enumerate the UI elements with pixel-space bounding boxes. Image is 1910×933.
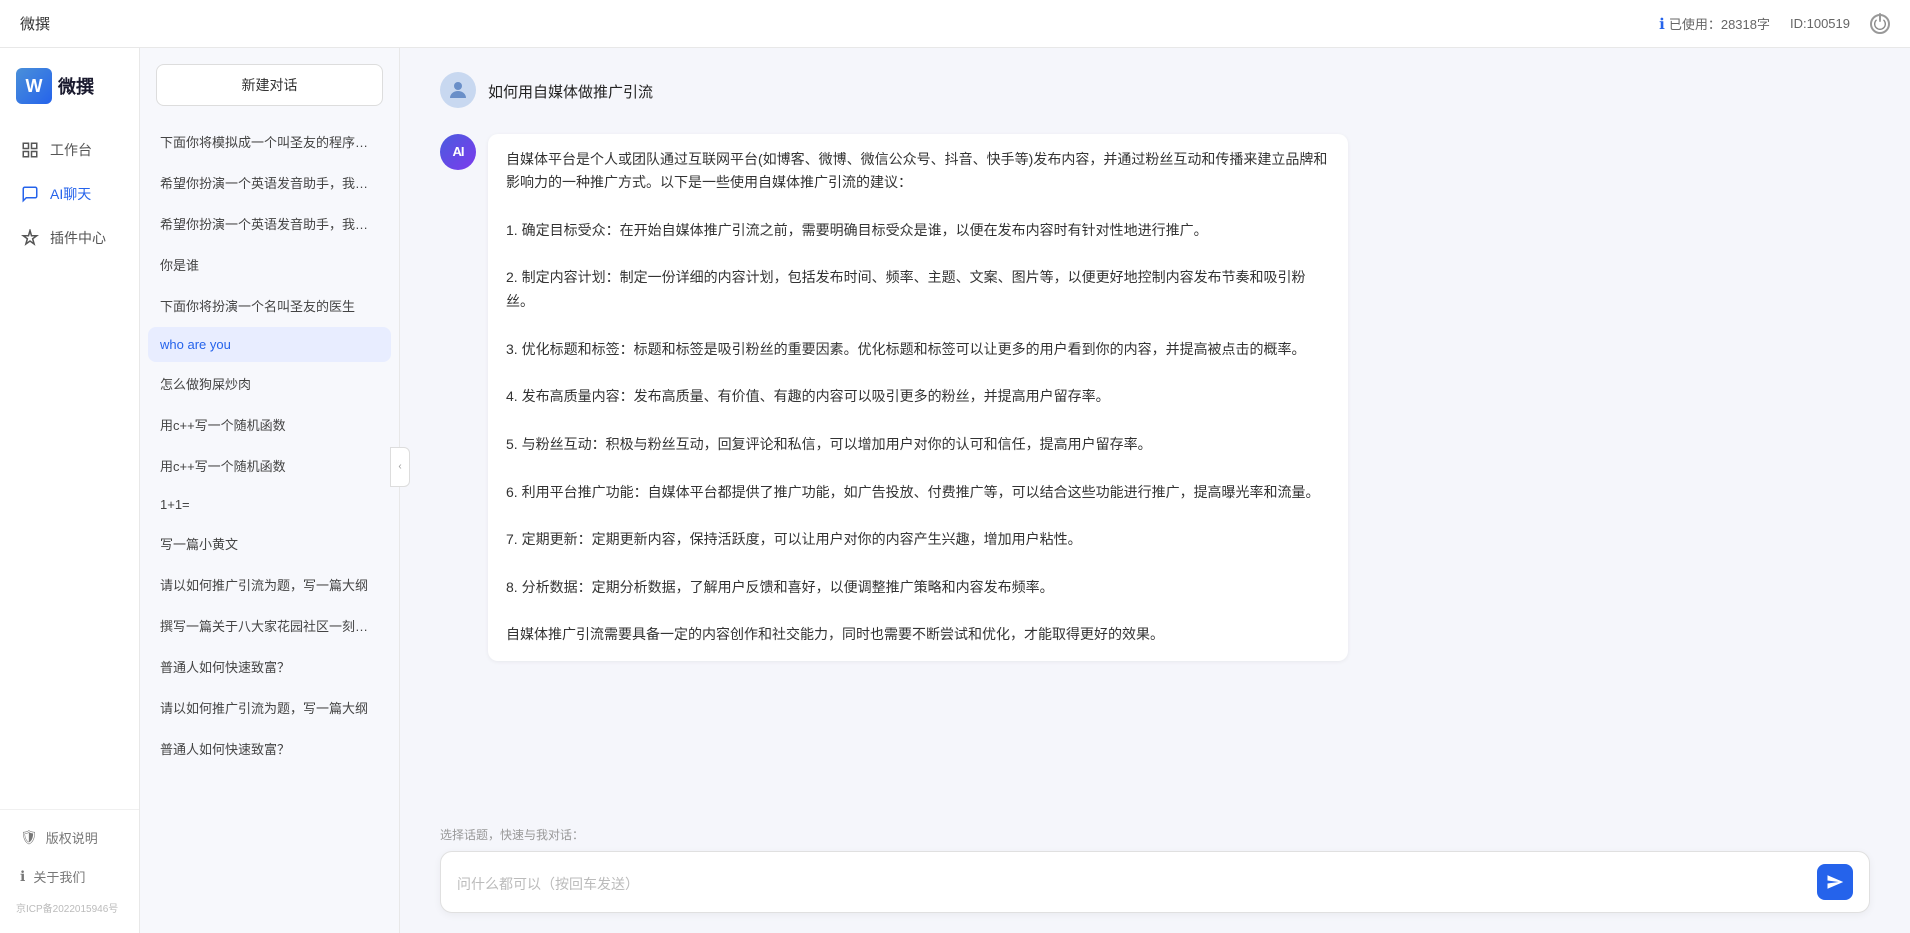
- user-message-bubble: 如何用自媒体做推广引流: [488, 72, 653, 114]
- history-item[interactable]: 1+1=: [148, 487, 391, 522]
- input-area: 选择话题，快速与我对话：: [400, 826, 1910, 933]
- sidebar-item-plugin[interactable]: 插件中心: [0, 216, 139, 260]
- shield-icon: 🛡: [20, 829, 38, 846]
- history-item[interactable]: 希望你扮演一个英语发音助手，我提供给你...: [148, 163, 391, 202]
- chat-input[interactable]: [457, 874, 1809, 890]
- workbench-label: 工作台: [50, 140, 92, 160]
- history-item[interactable]: 下面你将扮演一个名叫圣友的医生: [148, 286, 391, 325]
- message-row-ai: AI 自媒体平台是个人或团队通过互联网平台(如博客、微博、微信公众号、抖音、快手…: [440, 134, 1870, 662]
- nav-item-copyright[interactable]: 🛡 版权说明: [0, 818, 139, 857]
- history-item[interactable]: 请以如何推广引流为题，写一篇大纲: [148, 688, 391, 727]
- sidebar-item-ai-chat[interactable]: AI聊天: [0, 172, 139, 216]
- topbar-id: ID:100519: [1790, 16, 1850, 31]
- send-button[interactable]: [1817, 864, 1853, 900]
- plugin-icon: [20, 228, 40, 248]
- history-item[interactable]: 普通人如何快速致富？: [148, 647, 391, 686]
- history-item[interactable]: 请以如何推广引流为题，写一篇大纲: [148, 565, 391, 604]
- ai-message-text: 自媒体平台是个人或团队通过互联网平台(如博客、微博、微信公众号、抖音、快手等)发…: [506, 151, 1327, 643]
- history-item[interactable]: 用c++写一个随机函数: [148, 446, 391, 485]
- ai-message-bubble: 自媒体平台是个人或团队通过互联网平台(如博客、微博、微信公众号、抖音、快手等)发…: [488, 134, 1348, 662]
- logo-area: W 微撰: [0, 68, 139, 128]
- quick-topics-label: 选择话题，快速与我对话：: [440, 826, 1870, 843]
- chat-icon: [20, 184, 40, 204]
- new-chat-button[interactable]: 新建对话: [156, 64, 383, 106]
- copyright-label: 版权说明: [46, 828, 98, 847]
- icp-text: 京ICP备2022015946号: [0, 896, 139, 923]
- history-item[interactable]: 写一篇小黄文: [148, 524, 391, 563]
- history-item[interactable]: 你是谁: [148, 245, 391, 284]
- grid-icon: [20, 140, 40, 160]
- topbar: 微撰 ℹ 已使用：28318字 ID:100519: [0, 0, 1910, 48]
- left-nav-bottom: 🛡 版权说明 ℹ 关于我们 京ICP备2022015946号: [0, 809, 139, 923]
- usage-text: 已使用：28318字: [1669, 14, 1770, 33]
- main-layout: W 微撰 工作台 AI聊天 插件中心 🛡 版权说明: [0, 48, 1910, 933]
- about-label: 关于我们: [33, 867, 85, 886]
- history-item[interactable]: 怎么做狗屎炒肉: [148, 364, 391, 403]
- message-row-user: 如何用自媒体做推广引流: [440, 72, 1870, 114]
- history-item[interactable]: who are you: [148, 327, 391, 362]
- chat-messages: 如何用自媒体做推广引流 AI 自媒体平台是个人或团队通过互联网平台(如博客、微博…: [400, 48, 1910, 826]
- chat-area: 如何用自媒体做推广引流 AI 自媒体平台是个人或团队通过互联网平台(如博客、微博…: [400, 48, 1910, 933]
- nav-item-about[interactable]: ℹ 关于我们: [0, 857, 139, 896]
- info-circle-icon: ℹ: [20, 868, 25, 885]
- topbar-usage: ℹ 已使用：28318字: [1659, 14, 1770, 33]
- logo-text: 微撰: [58, 73, 94, 99]
- logo-icon: W: [16, 68, 52, 104]
- ai-avatar-label: AI: [453, 144, 464, 159]
- user-message-text: 如何用自媒体做推广引流: [488, 84, 653, 101]
- ai-avatar: AI: [440, 134, 476, 170]
- chat-history-list: 下面你将模拟成一个叫圣友的程序员，我说...希望你扮演一个英语发音助手，我提供给…: [140, 122, 399, 933]
- sidebar-collapse-button[interactable]: ‹: [390, 447, 410, 487]
- history-item[interactable]: 普通人如何快速致富？: [148, 729, 391, 768]
- history-item[interactable]: 撰写一篇关于八大家花园社区一刻钟便民生...: [148, 606, 391, 645]
- left-nav: W 微撰 工作台 AI聊天 插件中心 🛡 版权说明: [0, 48, 140, 933]
- history-item[interactable]: 希望你扮演一个英语发音助手，我提供给你...: [148, 204, 391, 243]
- sidebar-item-workbench[interactable]: 工作台: [0, 128, 139, 172]
- info-icon: ℹ: [1659, 15, 1665, 33]
- history-item[interactable]: 用c++写一个随机函数: [148, 405, 391, 444]
- topbar-title: 微撰: [20, 13, 1659, 34]
- chat-sidebar: 新建对话 下面你将模拟成一个叫圣友的程序员，我说...希望你扮演一个英语发音助手…: [140, 48, 400, 933]
- history-item[interactable]: 下面你将模拟成一个叫圣友的程序员，我说...: [148, 122, 391, 161]
- user-avatar: [440, 72, 476, 108]
- topbar-right: ℹ 已使用：28318字 ID:100519: [1659, 14, 1890, 34]
- plugin-label: 插件中心: [50, 228, 106, 248]
- power-button[interactable]: [1870, 14, 1890, 34]
- ai-chat-label: AI聊天: [50, 184, 91, 204]
- input-wrapper: [440, 851, 1870, 913]
